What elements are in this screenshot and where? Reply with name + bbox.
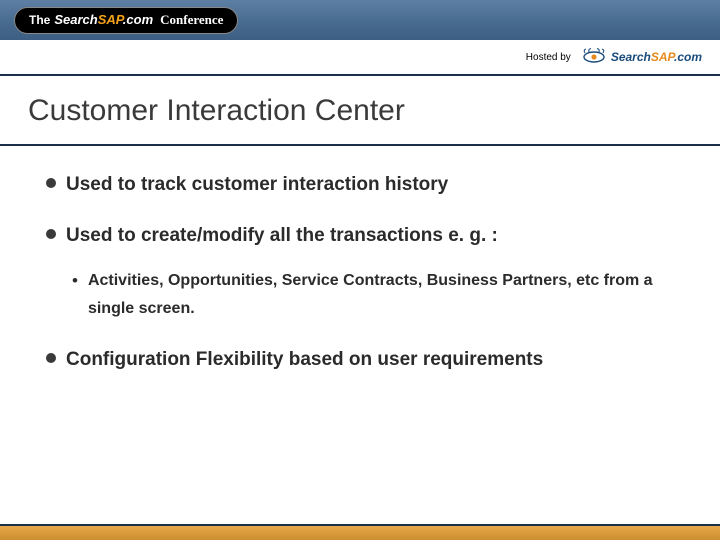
bullet-text: Used to track customer interaction histo… [66,170,448,199]
bullet-dot-icon [46,353,56,363]
hosted-bar: Hosted by SearchSAP.com [0,40,720,76]
footer-bar [0,524,720,540]
bullet-text: Used to create/modify all the transactio… [66,221,498,250]
bullet-dot-icon [46,178,56,188]
bullet-text: Configuration Flexibility based on user … [66,345,543,374]
banner-sap: SAP [98,12,123,27]
bullet-item: Used to track customer interaction histo… [46,170,682,199]
hosted-by-label: Hosted by [526,52,571,63]
banner-badge: The SearchSAP.com Conference [14,7,238,34]
logo-search: Search [611,50,651,64]
logo-sap: SAP [651,50,674,64]
hosted-logo-text: SearchSAP.com [611,50,702,64]
page-title: Customer Interaction Center [0,76,720,146]
banner-the: The [29,13,50,27]
footer-stripe [0,526,720,540]
content-area: Used to track customer interaction histo… [0,146,720,374]
banner-search: Search [54,12,97,27]
top-banner: The SearchSAP.com Conference [0,0,720,40]
logo-com: .com [674,50,702,64]
bullet-dot-icon [46,229,56,239]
sub-bullet-text: Activities, Opportunities, Service Contr… [88,267,682,323]
banner-conference: Conference [160,12,223,28]
bullet-item: Configuration Flexibility based on user … [46,345,682,374]
banner-com: .com [123,12,153,27]
sub-bullet-item: • Activities, Opportunities, Service Con… [72,267,682,323]
hosted-logo: SearchSAP.com [581,47,702,68]
eye-icon [581,47,607,68]
bullet-item: Used to create/modify all the transactio… [46,221,682,250]
sub-bullet-dot-icon: • [72,267,78,294]
